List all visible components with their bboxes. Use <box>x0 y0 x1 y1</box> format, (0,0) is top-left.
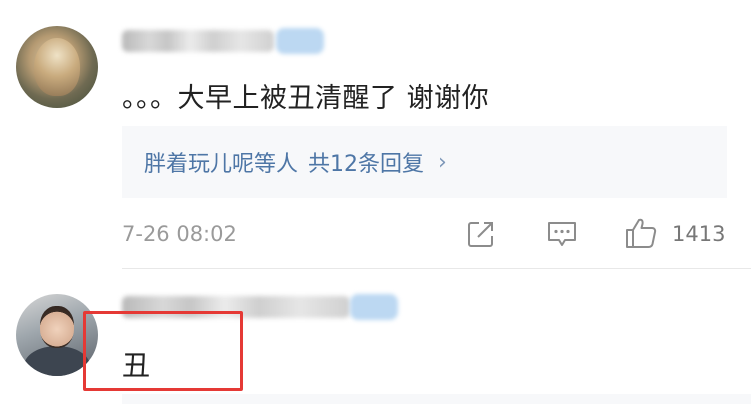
comment-timestamp: 7-26 08:02 <box>122 222 237 246</box>
user-badge-blurred <box>350 294 398 320</box>
avatar-image <box>40 306 74 348</box>
divider <box>122 268 751 269</box>
user-badge-blurred <box>276 28 324 54</box>
avatar[interactable] <box>16 26 98 108</box>
reply-users[interactable]: 胖着玩儿呢等人 <box>144 146 298 178</box>
chevron-right-icon: › <box>438 149 447 175</box>
replies-preview[interactable]: 胖着玩儿呢等人 共12条回复 › <box>122 126 727 198</box>
avatar-image <box>24 346 90 376</box>
comment-text: 。。。大早上被丑清醒了 谢谢你 <box>122 83 490 114</box>
comment-icon[interactable] <box>546 219 578 249</box>
like-count: 1413 <box>672 222 726 246</box>
highlight-box <box>83 311 243 391</box>
share-icon[interactable] <box>466 219 496 249</box>
avatar-image <box>34 38 80 96</box>
reply-count[interactable]: 共12条回复 <box>308 146 424 178</box>
replies-preview-edge <box>122 394 751 404</box>
username-blurred[interactable] <box>122 30 274 52</box>
thumbs-up-icon[interactable] <box>624 216 658 250</box>
